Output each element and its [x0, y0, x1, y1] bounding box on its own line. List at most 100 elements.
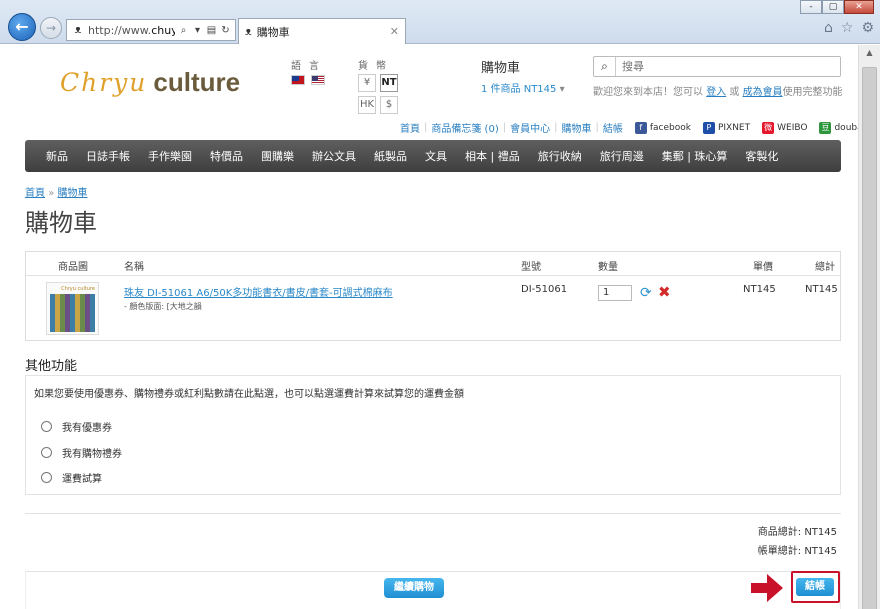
maximize-button[interactable]: ▢	[822, 0, 844, 14]
mini-cart[interactable]: 購物車 1 件商品 NT145 ▾	[481, 57, 565, 95]
nav-item-group-buy[interactable]: 團購樂	[252, 148, 303, 164]
voucher-option[interactable]: 我有購物禮券	[41, 445, 122, 460]
dropdown-icon[interactable]: ▾	[192, 25, 203, 36]
favicon-icon: ᴥ	[74, 23, 82, 36]
weibo-label: WEIBO	[777, 122, 808, 133]
settings-gear-icon[interactable]: ⚙	[861, 20, 874, 36]
nav-item-office[interactable]: 辦公文具	[303, 148, 365, 164]
divider	[25, 513, 841, 514]
nav-item-custom[interactable]: 客製化	[736, 148, 787, 164]
address-bar[interactable]: ᴥ http://www.chuy... ⌕ ▾ ▤ ↻	[66, 19, 236, 41]
refresh-icon[interactable]: ↻	[220, 25, 231, 36]
pointer-arrow-icon	[751, 574, 783, 602]
login-link[interactable]: 登入	[706, 87, 726, 98]
facebook-icon: f	[634, 121, 647, 134]
remove-icon[interactable]: ✖	[658, 283, 671, 301]
tab-close-icon[interactable]: ✕	[390, 25, 399, 38]
shipping-radio[interactable]	[41, 472, 52, 483]
social-facebook[interactable]: f facebook	[634, 121, 691, 134]
tab-title: 購物車	[256, 25, 290, 39]
social-pixnet[interactable]: P PIXNET	[702, 121, 751, 134]
address-url[interactable]: http://www.chuy...	[88, 24, 175, 37]
currency-label: 貨幣	[358, 61, 394, 72]
shipping-option[interactable]: 運費試算	[41, 470, 102, 485]
other-functions-title: 其他功能	[25, 359, 78, 374]
header-model: 型號	[521, 262, 541, 273]
checkout-button[interactable]: 結帳	[796, 578, 834, 596]
compatibility-icon[interactable]: ▤	[206, 25, 217, 36]
top-links: 首頁 | 商品備忘箋 (0) | 會員中心 | 購物車 | 結帳 f faceb…	[400, 120, 858, 135]
search-icon[interactable]: ⌕	[594, 57, 616, 76]
home-icon[interactable]: ⌂	[824, 20, 833, 36]
coupon-option[interactable]: 我有優惠券	[41, 419, 112, 434]
voucher-radio[interactable]	[41, 447, 52, 458]
voucher-label: 我有購物禮券	[62, 449, 122, 460]
nav-item-albums-gifts[interactable]: 相本 | 禮品	[456, 148, 529, 164]
social-douban[interactable]: 豆 douban	[819, 121, 858, 134]
coupon-radio[interactable]	[41, 421, 52, 432]
site-logo[interactable]: Chryu culture	[60, 67, 240, 98]
search-icon[interactable]: ⌕	[178, 25, 189, 36]
currency-hk[interactable]: HK	[358, 96, 376, 114]
language-label: 語言	[291, 61, 327, 72]
toplink-account[interactable]: 會員中心	[510, 120, 550, 135]
browser-toolbar: - ▢ ✕ ← → ᴥ http://www.chuy... ⌕ ▾ ▤ ↻ ᴥ…	[0, 0, 880, 44]
back-button[interactable]: ←	[8, 13, 36, 41]
nav-item-travel-accessories[interactable]: 旅行周邊	[591, 148, 653, 164]
forward-button[interactable]: →	[40, 17, 62, 39]
header-qty: 數量	[598, 262, 618, 273]
nav-item-stationery[interactable]: 文具	[416, 148, 456, 164]
tab-favicon-icon: ᴥ	[245, 25, 252, 38]
cart-table: 商品圖 名稱 型號 數量 單價 總計 Chryu culture 珠友 DI-5…	[25, 251, 841, 341]
page-title: 購物車	[25, 209, 97, 237]
continue-shopping-button[interactable]: 繼續購物	[384, 578, 444, 598]
welcome-text: 歡迎您來到本店！您可以 登入 或 成為會員使用完整功能	[593, 83, 843, 98]
toplink-home[interactable]: 首頁	[400, 120, 420, 135]
nav-item-paper[interactable]: 紙製品	[365, 148, 416, 164]
browser-tab[interactable]: ᴥ 購物車 ✕	[238, 18, 406, 44]
product-thumbnail[interactable]: Chryu culture	[46, 282, 99, 335]
scrollbar-thumb[interactable]	[862, 67, 877, 609]
us-flag-icon[interactable]	[311, 75, 325, 85]
nav-item-planners[interactable]: 日誌手帳	[77, 148, 139, 164]
language-selector: 語言	[291, 57, 331, 85]
refresh-icon[interactable]: ⟳	[640, 285, 652, 301]
nav-item-sale[interactable]: 特價品	[201, 148, 252, 164]
pixnet-label: PIXNET	[717, 122, 751, 133]
breadcrumb-current[interactable]: 購物車	[58, 188, 88, 199]
nav-item-new[interactable]: 新品	[37, 148, 77, 164]
search-input[interactable]	[616, 60, 840, 73]
toplink-checkout[interactable]: 結帳	[603, 120, 623, 135]
douban-label: douban	[834, 122, 858, 133]
breadcrumb-home[interactable]: 首頁	[25, 188, 45, 199]
coupon-label: 我有優惠券	[62, 423, 112, 434]
close-window-button[interactable]: ✕	[844, 0, 874, 14]
minimize-button[interactable]: -	[800, 0, 822, 14]
nav-item-crafts[interactable]: 手作樂園	[139, 148, 201, 164]
main-navigation: 新品 日誌手帳 手作樂園 特價品 團購樂 辦公文具 紙製品 文具 相本 | 禮品…	[25, 140, 841, 172]
currency-yen[interactable]: ¥	[358, 74, 376, 92]
currency-usd[interactable]: $	[380, 96, 398, 114]
line-total: NT145	[805, 284, 838, 295]
scroll-up-icon[interactable]: ▲	[862, 48, 877, 60]
currency-nt[interactable]: NT	[380, 74, 398, 92]
toplink-wishlist[interactable]: 商品備忘箋 (0)	[431, 120, 498, 135]
logo-script: Chryu	[60, 68, 148, 97]
nav-item-travel-storage[interactable]: 旅行收納	[529, 148, 591, 164]
taiwan-flag-icon[interactable]	[291, 75, 305, 85]
order-total-label: 帳單總計:	[757, 546, 802, 557]
breadcrumb-sep: »	[48, 188, 55, 199]
shipping-label: 運費試算	[62, 474, 102, 485]
favorites-icon[interactable]: ☆	[841, 20, 854, 36]
quantity-input[interactable]: 1	[598, 285, 632, 301]
vertical-scrollbar[interactable]: ▲	[858, 45, 880, 609]
register-link[interactable]: 成為會員	[743, 87, 783, 98]
douban-icon: 豆	[819, 121, 832, 134]
other-functions-panel: 如果您要使用優惠券、購物禮券或紅利點數請在此點選，也可以點選運費計算來試算您的運…	[25, 375, 841, 495]
cart-table-header: 商品圖 名稱 型號 數量 單價 總計	[26, 252, 840, 276]
social-weibo[interactable]: 微 WEIBO	[762, 121, 808, 134]
toplink-cart[interactable]: 購物車	[561, 120, 591, 135]
product-name-link[interactable]: 珠友 DI-51061 A6/50K多功能書衣/書皮/書套-可調式棉麻布	[124, 288, 393, 299]
nav-item-stamps-abacus[interactable]: 集郵 | 珠心算	[653, 148, 737, 164]
product-name-cell: 珠友 DI-51061 A6/50K多功能書衣/書皮/書套-可調式棉麻布 - 顏…	[124, 284, 393, 312]
